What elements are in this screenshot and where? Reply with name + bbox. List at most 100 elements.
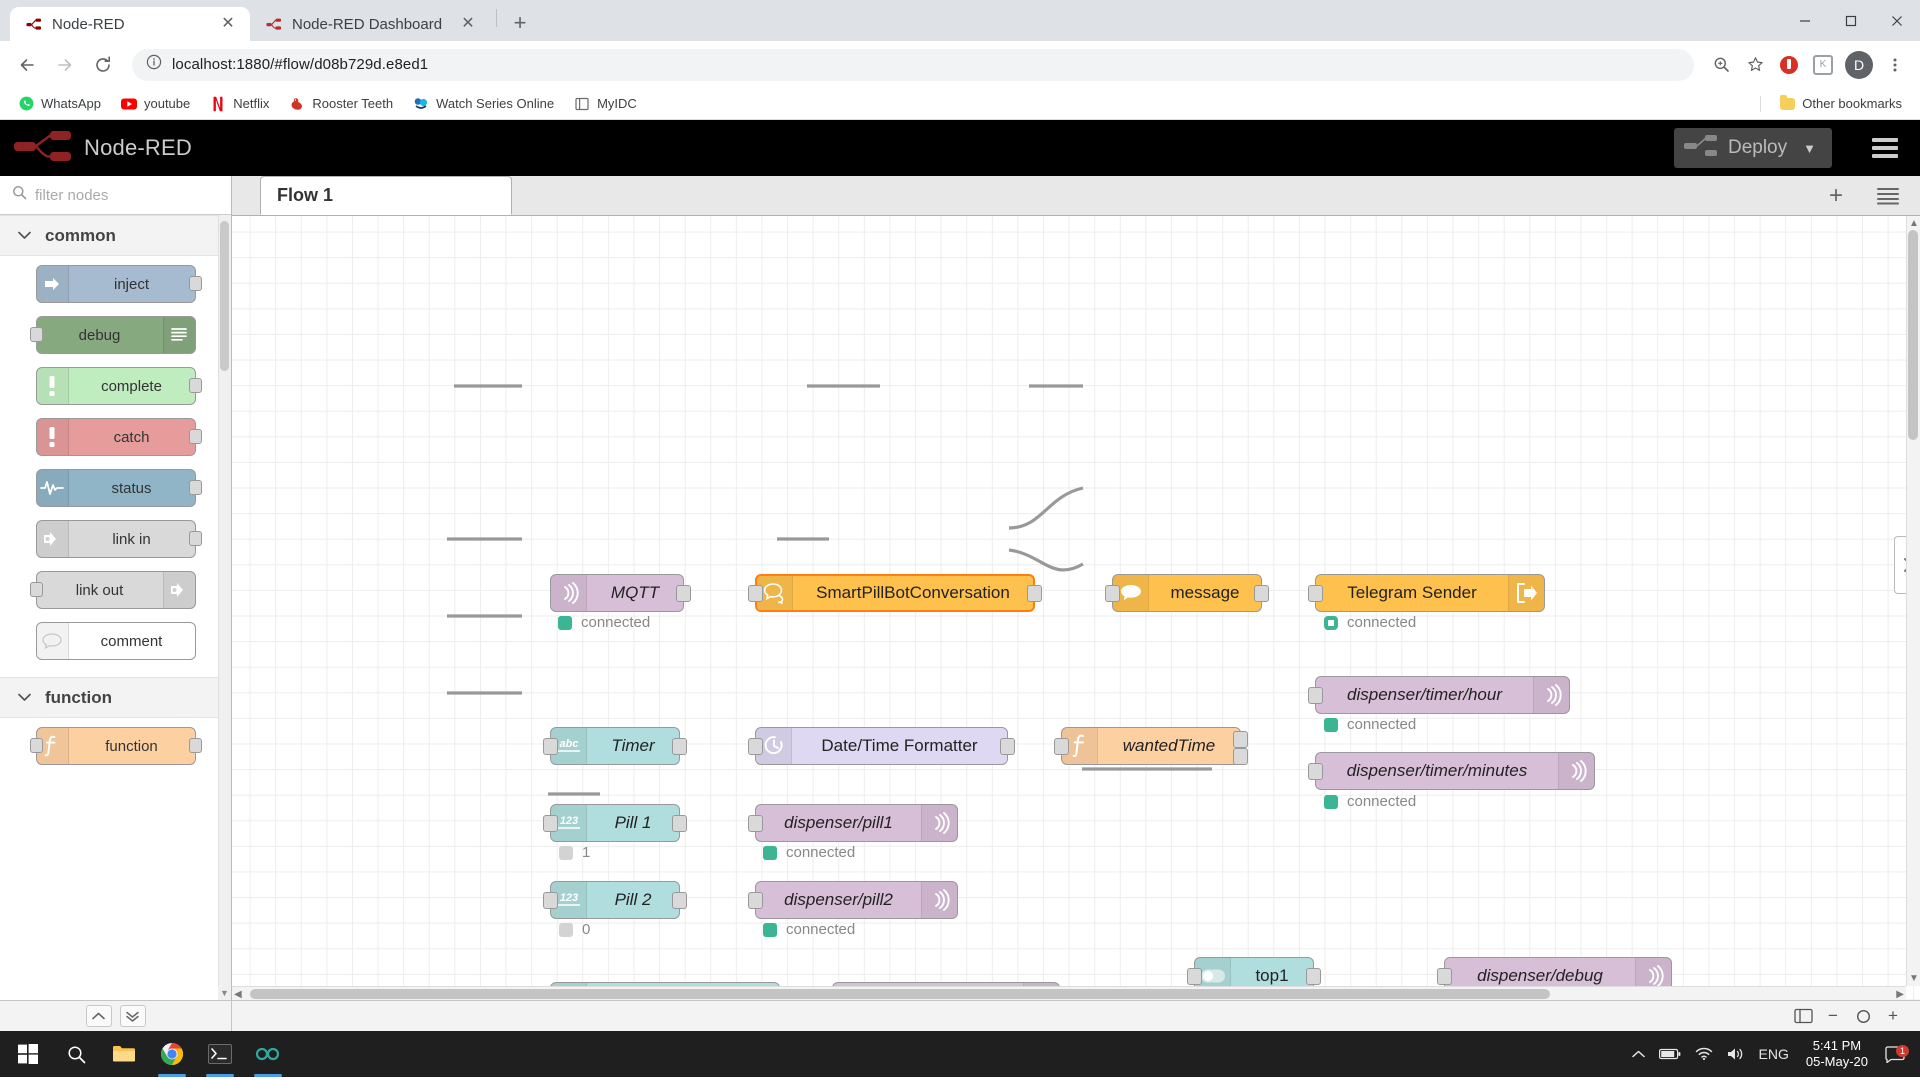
output-port[interactable] — [672, 815, 687, 832]
notification-center-button[interactable]: 1 — [1878, 1044, 1912, 1063]
input-port[interactable] — [543, 738, 558, 755]
flow-node-message[interactable]: message — [1105, 574, 1269, 612]
flow-node-dispenser-timer-hour[interactable]: dispenser/timer/hour — [1308, 676, 1570, 714]
book-icon[interactable] — [1790, 1004, 1816, 1028]
palette-category-function[interactable]: function — [0, 677, 231, 718]
input-port[interactable] — [1308, 687, 1323, 704]
bookmark-netflix[interactable]: Netflix — [202, 92, 277, 116]
browser-tab-0[interactable]: Node-RED ✕ — [10, 7, 250, 41]
input-port[interactable] — [29, 738, 43, 753]
bookmark-rooster-teeth[interactable]: Rooster Teeth — [281, 92, 401, 116]
new-tab-button[interactable]: + — [505, 9, 535, 39]
output-port-1[interactable] — [1233, 731, 1248, 748]
collapse-all-button[interactable] — [85, 1005, 112, 1027]
add-flow-button[interactable]: + — [1810, 176, 1862, 215]
palette-scrollbar[interactable]: ▼ — [218, 215, 231, 1000]
flow-node-wantedtime[interactable]: wantedTime — [1054, 727, 1248, 765]
input-port[interactable] — [748, 815, 763, 832]
input-port[interactable] — [543, 815, 558, 832]
back-arrow-icon[interactable] — [10, 48, 44, 82]
info-circle-icon[interactable] — [146, 54, 162, 75]
canvas-grid[interactable]: MQTT connected SmartPillBotConversation — [232, 216, 1920, 1000]
output-port-2[interactable] — [1233, 748, 1248, 765]
zoom-out-button[interactable]: − — [1820, 1004, 1846, 1028]
flow-canvas[interactable]: MQTT connected SmartPillBotConversation — [232, 216, 1920, 1000]
chevron-down-icon[interactable]: ▼ — [1797, 141, 1830, 156]
flow-node-smartpillbotconversation[interactable]: SmartPillBotConversation — [748, 574, 1042, 612]
flow-node-timer[interactable]: abc Timer — [543, 727, 687, 765]
wifi-icon[interactable] — [1688, 1047, 1720, 1061]
bookmark-myidc[interactable]: MyIDC — [566, 92, 645, 116]
input-port[interactable] — [1054, 738, 1069, 755]
bookmark-watch-series-online[interactable]: Watch Series Online — [405, 92, 562, 116]
canvas-hscroll-thumb[interactable] — [250, 989, 1550, 999]
bookmark-youtube[interactable]: youtube — [113, 92, 198, 116]
palette-node-complete[interactable]: complete — [35, 367, 202, 405]
flow-node-pill-2[interactable]: 123 Pill 2 — [543, 881, 687, 919]
battery-icon[interactable] — [1652, 1048, 1688, 1060]
tab-close-icon[interactable]: ✕ — [458, 14, 478, 34]
output-port[interactable] — [1306, 968, 1321, 985]
chrome-button[interactable] — [148, 1031, 196, 1077]
clock[interactable]: 5:41 PM 05-May-20 — [1796, 1038, 1878, 1070]
address-bar[interactable]: localhost:1880/#flow/d08b729d.e8ed1 — [132, 48, 1694, 81]
flow-node-datetime-formatter[interactable]: Date/Time Formatter — [748, 727, 1015, 765]
palette-node-function[interactable]: function — [29, 727, 202, 765]
bookmark-whatsapp[interactable]: WhatsApp — [10, 92, 109, 116]
minimize-icon[interactable] — [1782, 0, 1828, 41]
output-port[interactable] — [1000, 738, 1015, 755]
palette-node-status[interactable]: status — [35, 469, 202, 507]
extension-adblock-icon[interactable] — [1774, 50, 1804, 80]
input-port[interactable] — [29, 582, 43, 597]
palette-category-common[interactable]: common — [0, 215, 231, 256]
output-port[interactable] — [1254, 585, 1269, 602]
output-port[interactable] — [672, 892, 687, 909]
canvas-horizontal-scrollbar[interactable]: ◀ ▶ — [232, 986, 1906, 1000]
hamburger-menu-icon[interactable] — [1850, 138, 1920, 158]
deploy-button[interactable]: Deploy ▼ — [1673, 128, 1832, 168]
reload-icon[interactable] — [86, 48, 120, 82]
input-port[interactable] — [748, 892, 763, 909]
chevron-up-icon[interactable] — [1625, 1050, 1652, 1059]
scroll-right-icon[interactable]: ▶ — [1896, 989, 1904, 1000]
maximize-icon[interactable] — [1828, 0, 1874, 41]
search-input[interactable] — [35, 186, 219, 204]
scroll-down-icon[interactable]: ▼ — [218, 986, 231, 1000]
other-bookmarks-button[interactable]: Other bookmarks — [1771, 92, 1910, 116]
input-port[interactable] — [748, 585, 763, 602]
close-icon[interactable] — [1874, 0, 1920, 41]
app-infinity-button[interactable] — [244, 1031, 292, 1077]
input-port[interactable] — [1437, 968, 1452, 985]
palette-node-link-in[interactable]: link in — [35, 520, 202, 558]
palette-node-comment[interactable]: comment — [35, 622, 196, 660]
flow-node-pill-1[interactable]: 123 Pill 1 — [543, 804, 687, 842]
palette-node-catch[interactable]: catch — [35, 418, 202, 456]
output-port[interactable] — [188, 276, 202, 291]
output-port[interactable] — [188, 531, 202, 546]
flow-node-mqtt[interactable]: MQTT — [550, 574, 691, 612]
flow-tab-flow-1[interactable]: Flow 1 — [260, 176, 512, 215]
speaker-icon[interactable] — [1720, 1047, 1752, 1061]
language-indicator[interactable]: ENG — [1752, 1046, 1796, 1062]
list-flows-button[interactable] — [1862, 176, 1914, 215]
zoom-icon[interactable] — [1706, 50, 1736, 80]
start-button[interactable] — [4, 1031, 52, 1077]
palette-scrollbar-thumb[interactable] — [220, 221, 229, 371]
output-port[interactable] — [676, 585, 691, 602]
output-port[interactable] — [188, 429, 202, 444]
bookmark-star-icon[interactable] — [1740, 50, 1770, 80]
input-port[interactable] — [29, 327, 43, 342]
terminal-button[interactable] — [196, 1031, 244, 1077]
input-port[interactable] — [543, 892, 558, 909]
menu-kebab-icon[interactable] — [1880, 50, 1910, 80]
forward-arrow-icon[interactable] — [48, 48, 82, 82]
flow-node-dispenser-pill2[interactable]: dispenser/pill2 — [748, 881, 958, 919]
scroll-up-icon[interactable]: ▲ — [1909, 218, 1919, 229]
flow-node-dispenser-pill1[interactable]: dispenser/pill1 — [748, 804, 958, 842]
scroll-left-icon[interactable]: ◀ — [234, 989, 242, 1000]
profile-avatar-icon[interactable]: D — [1845, 50, 1873, 79]
search-button[interactable] — [52, 1031, 100, 1077]
expand-all-button[interactable] — [119, 1005, 146, 1027]
zoom-reset-button[interactable] — [1850, 1004, 1876, 1028]
flow-node-telegram-sender[interactable]: Telegram Sender — [1308, 574, 1545, 612]
